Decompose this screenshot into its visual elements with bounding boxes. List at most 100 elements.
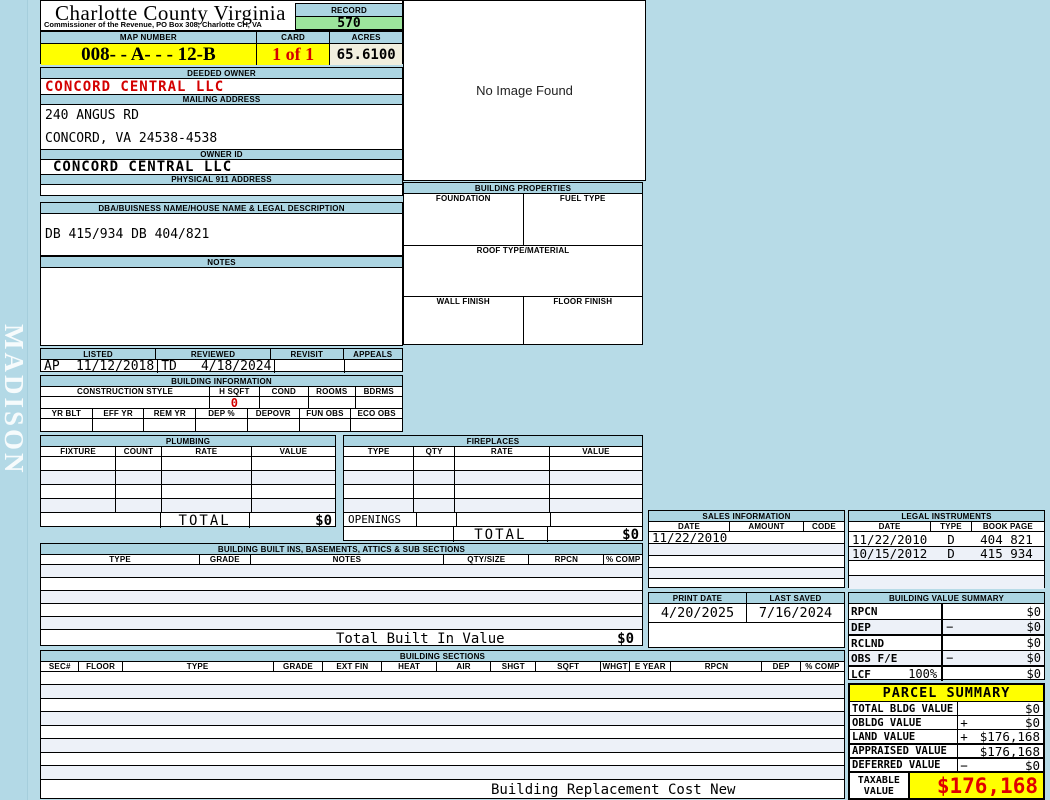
foundation-header: FOUNDATION xyxy=(404,194,523,203)
appeals-header: APPEALS xyxy=(343,349,403,359)
construction-style-value xyxy=(41,397,209,408)
fp-type-header: TYPE xyxy=(344,447,413,456)
fireplaces-total-label: TOTAL xyxy=(453,527,547,542)
foundation-value xyxy=(404,203,523,245)
table-row xyxy=(649,543,844,555)
table-row xyxy=(41,752,844,765)
table-row: LCF 100% $0 xyxy=(849,665,1044,681)
sales-code-header: CODE xyxy=(803,522,844,531)
obldg-value: $0 xyxy=(1025,716,1043,729)
listed-header: LISTED xyxy=(41,349,155,359)
parcel-summary-title: PARCEL SUMMARY xyxy=(850,685,1043,701)
property-image-box: No Image Found xyxy=(403,0,646,181)
owner-id-header: OWNER ID xyxy=(41,149,402,159)
rclnd-value: $0 xyxy=(1027,636,1044,650)
building-sections-title: BUILDING SECTIONS xyxy=(41,651,844,661)
count-header: COUNT xyxy=(115,447,161,456)
table-row xyxy=(41,711,844,725)
plumbing-table: PLUMBING FIXTURE COUNT RATE VALUE TOTAL … xyxy=(40,435,336,527)
dep-label: DEP xyxy=(849,620,941,634)
deferred-label: DEFERRED VALUE xyxy=(850,759,957,771)
notes-header: NOTES xyxy=(41,257,402,267)
table-row xyxy=(41,456,335,470)
table-row xyxy=(41,484,335,498)
legal-instruments-table: LEGAL INSTRUMENTS DATE TYPE BOOK PAGE 11… xyxy=(848,510,1045,588)
appeals-value xyxy=(344,360,402,373)
last-saved-value: 7/16/2024 xyxy=(746,604,844,622)
reviewed-value: TD4/18/2024 xyxy=(157,360,274,373)
table-row: OBS F/E − $0 xyxy=(849,650,1044,665)
bs-comp-header: % COMP xyxy=(800,662,844,671)
owner-block: DEEDED OWNER CONCORD CENTRAL LLC MAILING… xyxy=(40,67,403,196)
table-row xyxy=(41,564,642,577)
map-number-value: 008- - A- - - 12-B xyxy=(41,44,256,65)
rate-header: RATE xyxy=(161,447,251,456)
mailing-address-line1: 240 ANGUS RD xyxy=(45,108,139,123)
deferred-value: $0 xyxy=(1025,759,1043,771)
total-bldg-value: $0 xyxy=(1025,702,1043,715)
table-row xyxy=(41,603,642,616)
wallfinish-header: WALL FINISH xyxy=(404,297,523,306)
table-row xyxy=(41,738,844,752)
dba-block: DBA/BUISNESS NAME/HOUSE NAME & LEGAL DES… xyxy=(40,202,403,256)
building-properties-title: BUILDING PROPERTIES xyxy=(404,183,642,193)
no-image-text: No Image Found xyxy=(476,83,573,98)
bi-grade-header: GRADE xyxy=(199,555,249,564)
rooftype-header: ROOF TYPE/MATERIAL xyxy=(404,246,642,255)
table-row xyxy=(41,725,844,738)
yrblt-header: YR BLT xyxy=(41,409,92,418)
acres-value: 65.6100 xyxy=(329,44,402,65)
lcf-pct: 100% xyxy=(908,667,941,681)
mailing-address-header: MAILING ADDRESS xyxy=(41,94,402,104)
bs-extfin-header: EXT FIN xyxy=(322,662,381,671)
print-date-value: 4/20/2025 xyxy=(649,604,746,622)
rpcn-value: $0 xyxy=(1027,605,1044,619)
ecoobs-header: ECO OBS xyxy=(350,409,402,418)
cond-value xyxy=(259,397,308,408)
table-row: LAND VALUE + $176,168 xyxy=(850,729,1043,743)
plumbing-total-value: $0 xyxy=(249,513,335,528)
obldg-label: OBLDG VALUE xyxy=(850,716,957,729)
rooftype-value xyxy=(404,255,642,296)
table-row: OBLDG VALUE + $0 xyxy=(850,715,1043,729)
obs-label: OBS F/E xyxy=(849,651,941,665)
land-value: $176,168 xyxy=(980,730,1043,743)
value-header: VALUE xyxy=(251,447,335,456)
bs-whgt-header: WHGT xyxy=(600,662,629,671)
bi-rpcn-header: RPCN xyxy=(528,555,603,564)
remyr-header: REM YR xyxy=(143,409,195,418)
wallfinish-value xyxy=(404,306,523,344)
notes-value xyxy=(41,267,402,347)
building-information-title: BUILDING INFORMATION xyxy=(41,376,402,386)
physical-address-value xyxy=(41,184,402,197)
reviewed-header: REVIEWED xyxy=(155,349,270,359)
card-header: CARD xyxy=(256,32,330,43)
floorfinish-value xyxy=(523,306,643,344)
revisit-value xyxy=(274,360,344,373)
acres-header: ACRES xyxy=(329,32,402,43)
table-row: 11/22/2010 xyxy=(649,531,844,543)
taxable-label: TAXABLE VALUE xyxy=(850,773,908,798)
map-number-header: MAP NUMBER xyxy=(41,32,256,43)
table-row xyxy=(649,578,844,589)
table-row: RPCN $0 xyxy=(849,603,1044,619)
built-ins-title: BUILDING BUILT INS, BASEMENTS, ATTICS & … xyxy=(41,544,642,554)
rpcn-label: RPCN xyxy=(849,604,941,619)
total-bldg-label: TOTAL BLDG VALUE xyxy=(850,702,957,715)
table-row: DEP − $0 xyxy=(849,619,1044,634)
left-sidebar: MADISON xyxy=(0,0,28,800)
card-value: 1 of 1 xyxy=(256,44,330,65)
built-ins-table: BUILDING BUILT INS, BASEMENTS, ATTICS & … xyxy=(40,543,643,646)
taxable-value: $176,168 xyxy=(908,773,1043,798)
dba-value: DB 415/934 DB 404/821 xyxy=(41,213,402,257)
appraised-label: APPRAISED VALUE xyxy=(850,745,957,757)
building-information-table: BUILDING INFORMATION CONSTRUCTION STYLE … xyxy=(40,375,403,432)
rooms-header: ROOMS xyxy=(308,387,354,396)
taxable-row: TAXABLE VALUE $176,168 xyxy=(850,771,1043,798)
table-row xyxy=(41,765,844,779)
funobs-header: FUN OBS xyxy=(299,409,351,418)
fireplaces-total-value: $0 xyxy=(547,527,642,542)
deeded-owner-header: DEEDED OWNER xyxy=(41,68,402,78)
mailing-address-line2: CONCORD, VA 24538-4538 xyxy=(45,131,217,146)
table-row: DEFERRED VALUE − $0 xyxy=(850,757,1043,771)
